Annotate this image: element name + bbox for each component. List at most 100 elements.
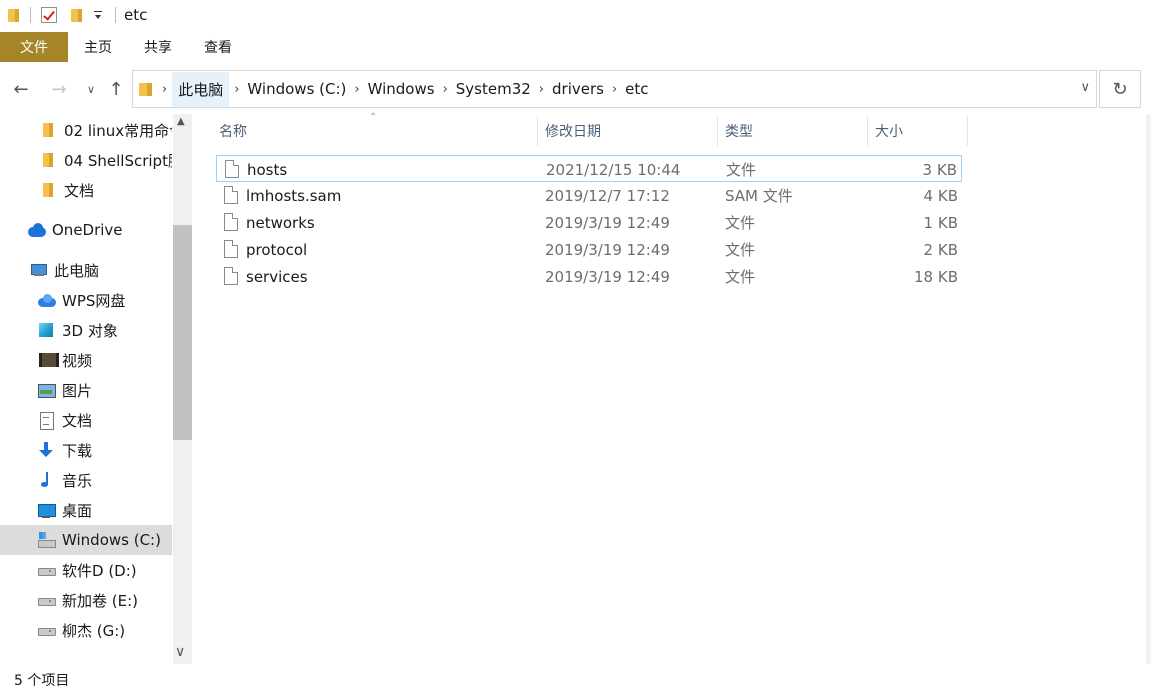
onedrive-icon xyxy=(28,222,46,238)
breadcrumb-drivers[interactable]: drivers xyxy=(549,80,607,98)
sidebar-item-documents-folder[interactable]: 文档 xyxy=(0,175,172,205)
sidebar-item-this-pc[interactable]: 此电脑 xyxy=(0,255,172,285)
breadcrumb-windows[interactable]: Windows xyxy=(365,80,438,98)
file-date: 2019/3/19 12:49 xyxy=(545,240,670,259)
file-size: 4 KB xyxy=(923,186,958,205)
sidebar-scrollbar-thumb[interactable] xyxy=(173,225,192,440)
file-icon xyxy=(224,267,238,285)
sidebar-item-drive-g[interactable]: 柳杰 (G:) xyxy=(0,615,172,645)
forward-arrow-icon[interactable]: → xyxy=(48,78,70,100)
drive-icon xyxy=(38,562,56,578)
new-folder-icon[interactable] xyxy=(71,8,83,22)
tab-home[interactable]: 主页 xyxy=(68,32,128,62)
breadcrumb-system32[interactable]: System32 xyxy=(453,80,534,98)
file-row-protocol[interactable]: protocol 2019/3/19 12:49 文件 2 KB xyxy=(216,236,962,263)
scroll-up-icon[interactable]: ▲ xyxy=(177,116,185,127)
drive-icon xyxy=(38,592,56,608)
properties-icon[interactable] xyxy=(41,7,57,23)
sidebar-item-windows-c[interactable]: Windows (C:) xyxy=(0,525,172,555)
chevron-right-icon[interactable]: › xyxy=(354,82,359,97)
sidebar-item-3d-objects[interactable]: 3D 对象 xyxy=(0,315,172,345)
3d-objects-icon xyxy=(38,322,54,338)
file-type: 文件 xyxy=(725,268,756,286)
sidebar-item-desktop[interactable]: 桌面 xyxy=(0,495,172,525)
column-header-size[interactable]: 大小 xyxy=(875,114,967,148)
item-count: 5 个项目 xyxy=(14,672,70,689)
file-row-networks[interactable]: networks 2019/3/19 12:49 文件 1 KB xyxy=(216,209,962,236)
file-name: networks xyxy=(246,213,315,232)
sidebar-item-linux-commands[interactable]: 02 linux常用命令 xyxy=(0,115,172,145)
chevron-right-icon[interactable]: › xyxy=(234,82,239,97)
customize-toolbar-icon[interactable] xyxy=(94,11,102,19)
file-type: 文件 xyxy=(726,161,757,179)
column-header-date[interactable]: 修改日期 xyxy=(545,114,717,148)
column-divider[interactable] xyxy=(867,116,868,146)
file-row-services[interactable]: services 2019/3/19 12:49 文件 18 KB xyxy=(216,263,962,290)
file-type: SAM 文件 xyxy=(725,187,793,205)
sidebar-item-music[interactable]: 音乐 xyxy=(0,465,172,495)
music-icon xyxy=(38,472,54,488)
file-list: ⌃ 名称 修改日期 类型 大小 hosts 2021/12/15 10:44 文… xyxy=(193,112,1151,664)
column-divider[interactable] xyxy=(717,116,718,146)
file-date: 2019/3/19 12:49 xyxy=(545,267,670,286)
document-icon xyxy=(38,412,54,430)
download-icon xyxy=(38,442,54,458)
sidebar-item-pictures[interactable]: 图片 xyxy=(0,375,172,405)
sidebar-item-videos[interactable]: 视频 xyxy=(0,345,172,375)
navigation-bar: ← → ∨ ↑ › 此电脑 › Windows (C:) › Windows ›… xyxy=(0,68,1151,110)
file-type: 文件 xyxy=(725,241,756,259)
column-divider[interactable] xyxy=(967,116,968,146)
up-arrow-icon[interactable]: ↑ xyxy=(105,78,127,100)
tab-file[interactable]: 文件 xyxy=(0,32,68,62)
tab-view[interactable]: 查看 xyxy=(188,32,248,62)
file-name: services xyxy=(246,267,308,286)
file-name: protocol xyxy=(246,240,308,259)
status-bar: 5 个项目 xyxy=(0,664,1151,695)
address-bar[interactable]: › 此电脑 › Windows (C:) › Windows › System3… xyxy=(132,70,1097,108)
chevron-right-icon[interactable]: › xyxy=(162,82,167,97)
folder-icon xyxy=(40,122,56,138)
content-scrollbar[interactable] xyxy=(1146,114,1151,664)
picture-icon xyxy=(38,382,56,398)
sidebar-item-shellscript[interactable]: 04 ShellScript脚本 xyxy=(0,145,172,175)
divider xyxy=(115,7,116,23)
scroll-down-icon[interactable]: ∨ xyxy=(175,644,185,660)
folder-icon xyxy=(40,182,56,198)
file-row-hosts[interactable]: hosts 2021/12/15 10:44 文件 3 KB xyxy=(216,155,962,182)
column-header-name[interactable]: 名称 xyxy=(219,114,537,148)
chevron-down-icon[interactable]: ∨ xyxy=(1080,80,1090,95)
folder-icon xyxy=(139,81,153,97)
column-header-type[interactable]: 类型 xyxy=(725,114,867,148)
file-date: 2019/12/7 17:12 xyxy=(545,186,670,205)
sidebar-item-onedrive[interactable]: OneDrive xyxy=(0,215,172,245)
file-icon xyxy=(224,213,238,231)
sidebar-item-downloads[interactable]: 下载 xyxy=(0,435,172,465)
chevron-right-icon[interactable]: › xyxy=(539,82,544,97)
divider xyxy=(30,7,31,23)
recent-locations-chevron-icon[interactable]: ∨ xyxy=(80,78,102,100)
column-divider[interactable] xyxy=(537,116,538,146)
sidebar-item-documents[interactable]: 文档 xyxy=(0,405,172,435)
refresh-button[interactable]: ↻ xyxy=(1099,70,1141,108)
folder-icon[interactable] xyxy=(8,8,20,22)
chevron-right-icon[interactable]: › xyxy=(612,82,617,97)
sidebar-item-wps-cloud[interactable]: WPS网盘 xyxy=(0,285,172,315)
file-type: 文件 xyxy=(725,214,756,232)
file-row-lmhosts-sam[interactable]: lmhosts.sam 2019/12/7 17:12 SAM 文件 4 KB xyxy=(216,182,962,209)
breadcrumb-this-pc[interactable]: 此电脑 xyxy=(172,71,230,107)
file-icon xyxy=(224,240,238,258)
file-size: 2 KB xyxy=(923,240,958,259)
file-name: hosts xyxy=(247,160,288,179)
file-icon xyxy=(224,186,238,204)
file-icon xyxy=(225,160,239,178)
back-arrow-icon[interactable]: ← xyxy=(10,78,32,100)
tab-share[interactable]: 共享 xyxy=(128,32,188,62)
breadcrumb-etc[interactable]: etc xyxy=(622,80,651,98)
breadcrumb-windows-c[interactable]: Windows (C:) xyxy=(244,80,349,98)
sidebar-item-drive-e[interactable]: 新加卷 (E:) xyxy=(0,585,172,615)
window-title: etc xyxy=(124,6,148,24)
sidebar-item-drive-d[interactable]: 软件D (D:) xyxy=(0,555,172,585)
chevron-right-icon[interactable]: › xyxy=(443,82,448,97)
title-bar: etc xyxy=(0,0,1151,30)
file-date: 2021/12/15 10:44 xyxy=(546,160,681,179)
